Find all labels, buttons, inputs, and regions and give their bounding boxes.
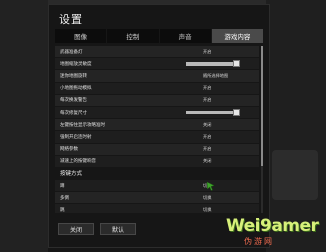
settings-scrollbar[interactable] xyxy=(261,46,263,213)
setting-row[interactable]: 每次修复尺寸 xyxy=(55,106,259,119)
setting-label: 每次修复尺寸 xyxy=(60,110,87,116)
setting-row[interactable]: 每次换发警告 开启 xyxy=(55,94,259,106)
setting-label: 地图缩放灵敏度 xyxy=(60,61,92,67)
setting-value[interactable]: 开启 xyxy=(203,146,211,152)
tab-sound[interactable]: 声音 xyxy=(159,29,211,43)
mouse-cursor-icon xyxy=(206,181,215,191)
setting-row[interactable]: 地图缩放灵敏度 xyxy=(55,58,259,70)
tab-graphics[interactable]: 图像 xyxy=(55,29,107,43)
setting-value[interactable]: 关闭 xyxy=(203,122,211,128)
background-light xyxy=(272,150,318,200)
setting-row[interactable]: 多倒 切换 xyxy=(55,192,259,204)
slider-fill xyxy=(186,61,234,66)
setting-label: 蹲 xyxy=(60,183,65,189)
setting-row[interactable]: 小地图拖动模拟 开启 xyxy=(55,82,259,94)
setting-row[interactable]: 强制开启连时射 开启 xyxy=(55,131,259,143)
setting-row[interactable]: 武器准备灯 开启 xyxy=(55,46,259,58)
settings-list: 武器准备灯 开启 地图缩放灵敏度 迷你地图旋转 随所选择地图 小地图拖动模拟 开启 每次换发警… xyxy=(55,46,259,213)
slider-handle[interactable] xyxy=(233,60,240,68)
setting-value[interactable]: 切换 xyxy=(203,207,211,213)
setting-label: 强制开启连时射 xyxy=(60,134,92,140)
setting-label: 每次换发警告 xyxy=(60,98,87,104)
background-left-edge xyxy=(0,0,48,252)
setting-value[interactable]: 关闭 xyxy=(203,158,211,164)
setting-row[interactable]: 迷你地图旋转 随所选择地图 xyxy=(55,70,259,82)
setting-value[interactable]: 开启 xyxy=(203,85,211,91)
setting-label: 网络参数 xyxy=(60,147,78,153)
slider-handle[interactable] xyxy=(233,108,240,116)
slider-fill xyxy=(186,110,234,115)
setting-row[interactable]: 左键按住显示攻略准时 关闭 xyxy=(55,119,259,131)
setting-label: 减速上的按键响音 xyxy=(60,159,96,165)
close-button[interactable]: 关闭 xyxy=(58,223,94,235)
scrollbar-thumb[interactable] xyxy=(261,46,263,167)
setting-value[interactable]: 随所选择地图 xyxy=(203,73,228,79)
settings-panel: 设置 图像 控制 声音 游戏内容 武器准备灯 开启 地图缩放灵敏度 迷你地图旋转 随所选… xyxy=(48,4,270,248)
background-right-edge xyxy=(266,0,326,252)
section-header-label: 按键方式 xyxy=(60,171,83,178)
setting-value[interactable]: 开启 xyxy=(203,134,211,140)
setting-value[interactable]: 切换 xyxy=(203,195,211,201)
setting-slider[interactable] xyxy=(186,110,239,115)
setting-label: 迷你地图旋转 xyxy=(60,73,87,79)
watermark-logo: Wei9amer xyxy=(226,216,319,236)
settings-tabs: 图像 控制 声音 游戏内容 xyxy=(55,29,263,43)
setting-slider[interactable] xyxy=(186,61,239,66)
setting-value[interactable]: 开启 xyxy=(203,49,211,55)
tab-controls[interactable]: 控制 xyxy=(107,29,159,43)
tab-gameplay[interactable]: 游戏内容 xyxy=(211,29,263,43)
watermark-subtitle: 伪游网 xyxy=(244,237,274,246)
setting-label: 左键按住显示攻略准时 xyxy=(60,122,105,128)
setting-row[interactable]: 跳 切换 xyxy=(55,204,259,213)
setting-label: 武器准备灯 xyxy=(60,49,83,55)
setting-label: 小地图拖动模拟 xyxy=(60,86,92,92)
setting-label: 多倒 xyxy=(60,195,69,201)
settings-title: 设置 xyxy=(59,13,83,26)
default-button[interactable]: 默认 xyxy=(100,223,136,235)
setting-value[interactable]: 开启 xyxy=(203,97,211,103)
setting-row[interactable]: 网络参数 开启 xyxy=(55,143,259,155)
setting-row[interactable]: 蹲切换 xyxy=(55,180,259,192)
setting-label: 跳 xyxy=(60,208,65,213)
section-header: 按键方式 xyxy=(55,168,259,179)
setting-row[interactable]: 减速上的按键响音 关闭 xyxy=(55,155,259,167)
